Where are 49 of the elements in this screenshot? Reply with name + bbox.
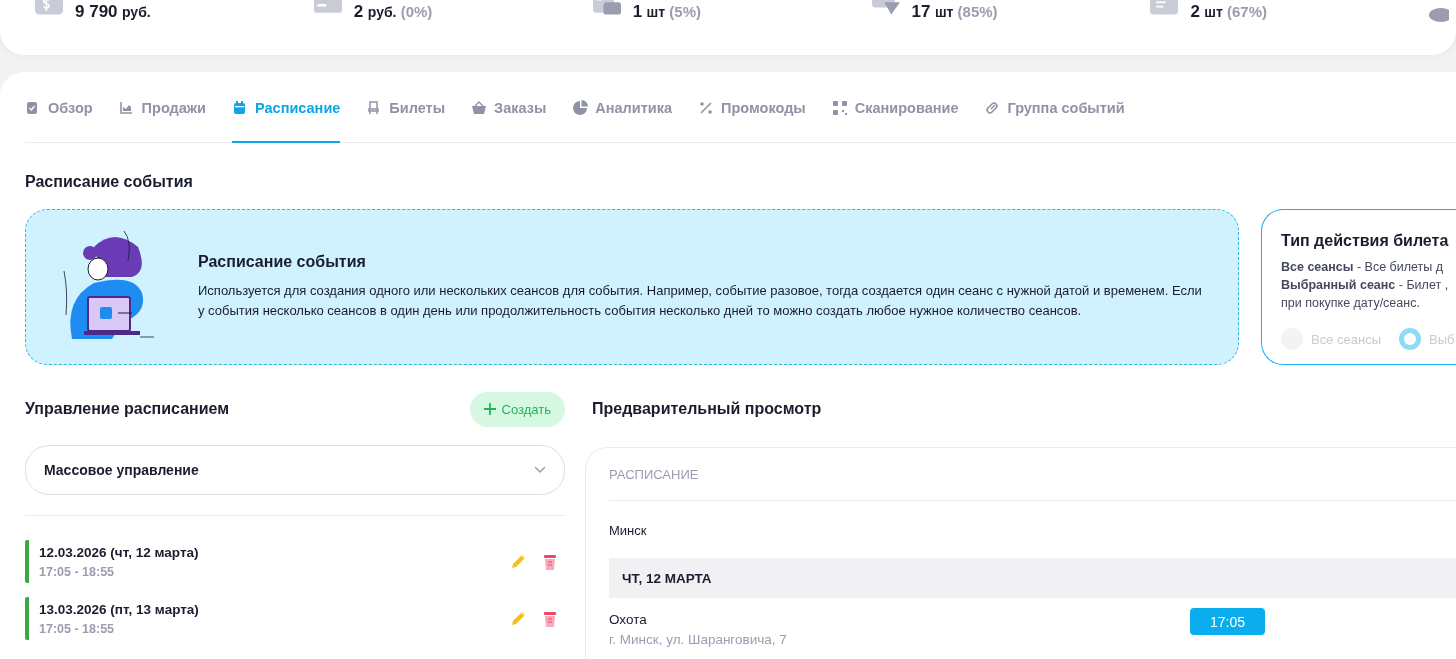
trash-icon[interactable] bbox=[541, 609, 559, 628]
description-line: Все сеансы - Все билеты д bbox=[1281, 259, 1444, 276]
day-header: ЧТ, 12 МАРТА bbox=[609, 558, 1456, 598]
pencil-icon[interactable] bbox=[509, 609, 527, 628]
panel-title: Предварительный просмотр bbox=[592, 399, 823, 419]
venue-address: г. Минск, ул. Шаранговича, 7 bbox=[609, 632, 787, 647]
stat-value: 2 шт (67%) bbox=[1190, 2, 1267, 22]
session-time: 17:05 - 18:55 bbox=[39, 621, 116, 636]
tab[interactable]: Заказы bbox=[471, 72, 547, 143]
stat-icon bbox=[1429, 7, 1450, 22]
card-title: Тип действия билета bbox=[1281, 232, 1450, 250]
select-value: Массовое управление bbox=[44, 462, 199, 478]
pie-chart-icon bbox=[572, 100, 589, 116]
create-button[interactable]: Создать bbox=[469, 391, 565, 427]
time-button[interactable]: 17:05 bbox=[1190, 608, 1265, 635]
stat-value: 17 шт (85%) bbox=[911, 2, 998, 22]
tab[interactable]: Группа событий bbox=[984, 72, 1125, 143]
trash-icon[interactable] bbox=[541, 552, 559, 571]
tab[interactable]: Билеты bbox=[366, 72, 446, 143]
panel-title: Управление расписанием bbox=[25, 400, 230, 418]
session-date: 12.03.2026 (чт, 12 марта) bbox=[39, 544, 200, 560]
plus-icon bbox=[483, 403, 496, 415]
tab[interactable]: Обзор bbox=[25, 72, 93, 143]
basket-icon bbox=[471, 100, 488, 116]
venue-name: Охота bbox=[609, 612, 648, 627]
chart-icon bbox=[118, 100, 135, 116]
stat-value: 9 790 руб. bbox=[75, 2, 151, 22]
info-text: Используется для создания одного или нескольких сеансов для события. Например, событие разовое, тогда создается один сеанс с нужной датой и временем. Если у события несколько сеансов в один день или продолжительность события несколько дней то можно создать любое нужное количество сеансов. bbox=[198, 282, 1203, 320]
qr-code-icon bbox=[831, 100, 848, 116]
description-line: Выбранный сеанс - Билет , bbox=[1281, 277, 1450, 294]
tab[interactable]: Продажи bbox=[118, 72, 207, 143]
info-title: Расписание события bbox=[198, 253, 367, 271]
section-title: Расписание события bbox=[25, 173, 194, 191]
stat-value: 1 шт (5%) bbox=[632, 2, 701, 22]
city-name: Минск bbox=[609, 523, 648, 538]
pencil-icon[interactable] bbox=[509, 552, 527, 571]
tab[interactable]: Сканирование bbox=[831, 72, 959, 143]
session-date: 13.03.2026 (пт, 13 марта) bbox=[39, 601, 200, 617]
chevron-down-icon bbox=[534, 466, 546, 474]
description-line: при покупке дату/сеанс. bbox=[1281, 295, 1421, 312]
session-time: 17:05 - 18:55 bbox=[39, 564, 116, 579]
link-icon bbox=[984, 100, 1001, 116]
tab[interactable]: Промокоды bbox=[698, 72, 806, 143]
bulk-select[interactable]: Массовое управление bbox=[25, 445, 565, 495]
tab[interactable]: Расписание bbox=[232, 72, 341, 143]
tab[interactable]: Аналитика bbox=[572, 72, 673, 143]
stat-value: 2 руб. (0%) bbox=[353, 2, 433, 22]
schedule-heading: РАСПИСАНИЕ bbox=[609, 448, 1456, 501]
percent-icon bbox=[698, 100, 715, 116]
